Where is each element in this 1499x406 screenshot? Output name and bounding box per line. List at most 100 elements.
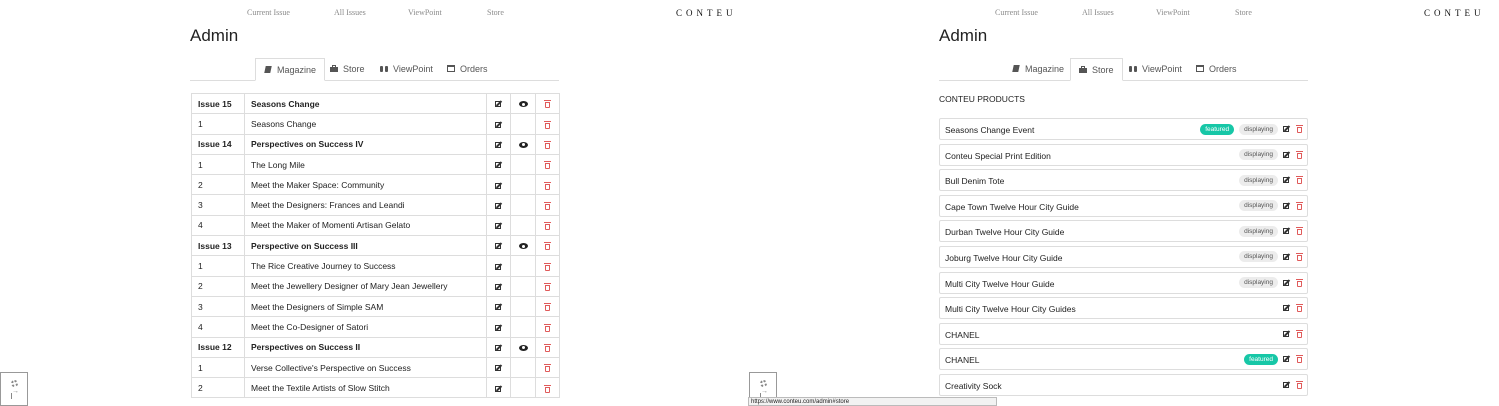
edit-icon[interactable] — [1283, 227, 1291, 235]
row-title[interactable]: Meet the Maker Space: Community — [244, 174, 487, 196]
edit-icon[interactable] — [1283, 253, 1291, 261]
tab-viewpoint[interactable]: ViewPoint — [372, 58, 441, 79]
product-row[interactable]: Joburg Twelve Hour City Guide displaying — [939, 245, 1308, 268]
product-row[interactable]: Cape Town Twelve Hour City Guide displayi… — [939, 194, 1308, 217]
trash-icon[interactable] — [544, 201, 551, 210]
edit-icon[interactable] — [1283, 202, 1291, 210]
trash-icon[interactable] — [544, 242, 551, 251]
brand-logo[interactable]: CONTEU — [1424, 8, 1485, 18]
product-row[interactable]: Durban Twelve Hour City Guide displaying — [939, 220, 1308, 243]
trash-icon[interactable] — [1296, 329, 1303, 338]
trash-icon[interactable] — [544, 283, 551, 292]
row-title[interactable]: Seasons Change — [244, 113, 487, 135]
edit-icon[interactable] — [494, 100, 503, 108]
trash-icon[interactable] — [544, 120, 551, 129]
tab-orders[interactable]: Orders — [1188, 58, 1245, 79]
row-title[interactable]: The Long Mile — [244, 153, 487, 176]
product-row[interactable]: Bull Denim Tote displaying — [939, 169, 1308, 192]
trash-icon[interactable] — [1296, 227, 1303, 236]
row-title[interactable]: Meet the Designers: Frances and Leandi — [244, 194, 487, 216]
edit-icon[interactable] — [494, 385, 503, 393]
trash-icon[interactable] — [544, 262, 551, 271]
trash-icon[interactable] — [544, 364, 551, 373]
edit-icon[interactable] — [494, 141, 503, 149]
row-title[interactable]: Perspectives on Success II — [244, 336, 487, 358]
edit-icon[interactable] — [494, 242, 503, 250]
row-title[interactable]: Meet the Designers of Simple SAM — [244, 295, 487, 318]
brand-logo[interactable]: CONTEU — [676, 8, 737, 18]
nav-link-store[interactable]: Store — [487, 8, 504, 17]
edit-icon[interactable] — [1283, 279, 1291, 287]
tab-store[interactable]: Store — [1070, 58, 1123, 81]
eye-icon[interactable] — [518, 243, 528, 250]
eye-icon[interactable] — [518, 344, 528, 351]
tab-orders[interactable]: Orders — [439, 58, 496, 79]
nav-link-viewpoint[interactable]: ViewPoint — [408, 8, 442, 17]
tab-magazine[interactable]: Magazine — [255, 58, 326, 81]
trash-icon[interactable] — [1296, 304, 1303, 313]
edit-icon[interactable] — [1283, 381, 1291, 389]
trash-icon[interactable] — [544, 181, 551, 190]
gear-icon[interactable] — [11, 380, 18, 387]
trash-icon[interactable] — [1296, 176, 1303, 185]
edit-icon[interactable] — [494, 344, 503, 352]
row-title[interactable]: Meet the Jewellery Designer of Mary Jean… — [244, 275, 487, 297]
trash-icon[interactable] — [544, 384, 551, 393]
trash-icon[interactable] — [544, 100, 551, 109]
edit-icon[interactable] — [1283, 151, 1291, 159]
trash-icon[interactable] — [1296, 380, 1303, 389]
trash-icon[interactable] — [544, 343, 551, 352]
edit-icon[interactable] — [494, 182, 503, 190]
row-title[interactable]: Seasons Change — [244, 92, 487, 115]
edit-icon[interactable] — [494, 161, 503, 169]
trash-icon[interactable] — [544, 222, 551, 231]
tab-viewpoint[interactable]: ViewPoint — [1121, 58, 1190, 79]
eye-icon[interactable] — [518, 141, 528, 148]
edit-icon[interactable] — [494, 324, 503, 332]
row-title[interactable]: Perspective on Success III — [244, 235, 487, 257]
nav-link-current-issue[interactable]: Current Issue — [995, 8, 1038, 17]
product-row[interactable]: Multi City Twelve Hour Guide displaying — [939, 271, 1308, 294]
trash-icon[interactable] — [1296, 125, 1303, 133]
row-title[interactable]: The Rice Creative Journey to Success — [244, 255, 487, 277]
row-title[interactable]: Perspectives on Success IV — [244, 133, 487, 155]
row-title[interactable]: Verse Collective's Perspective on Succes… — [244, 356, 487, 379]
product-row[interactable]: Multi City Twelve Hour City Guides — [939, 297, 1308, 320]
nav-link-all-issues[interactable]: All Issues — [1082, 8, 1114, 17]
eye-icon[interactable] — [518, 101, 528, 108]
trash-icon[interactable] — [544, 140, 551, 149]
nav-link-viewpoint[interactable]: ViewPoint — [1156, 8, 1190, 17]
edit-icon[interactable] — [1283, 304, 1291, 312]
edit-icon[interactable] — [1283, 125, 1291, 133]
row-title[interactable]: Meet the Maker of Momenti Artisan Gelato — [244, 214, 487, 237]
trash-icon[interactable] — [544, 323, 551, 332]
sign-out-icon[interactable] — [11, 388, 19, 399]
trash-icon[interactable] — [544, 161, 551, 170]
edit-icon[interactable] — [1283, 330, 1291, 338]
product-row[interactable]: CHANEL — [939, 322, 1308, 345]
trash-icon[interactable] — [1296, 252, 1303, 261]
trash-icon[interactable] — [544, 303, 551, 312]
trash-icon[interactable] — [1296, 355, 1303, 364]
tab-magazine[interactable]: Magazine — [1004, 58, 1072, 79]
nav-link-all-issues[interactable]: All Issues — [334, 8, 366, 17]
edit-icon[interactable] — [494, 364, 503, 372]
gear-icon[interactable] — [760, 380, 767, 387]
edit-icon[interactable] — [494, 303, 503, 311]
edit-icon[interactable] — [1283, 355, 1291, 363]
row-title[interactable]: Meet the Textile Artists of Slow Stitch — [244, 377, 487, 399]
trash-icon[interactable] — [1296, 150, 1303, 159]
nav-link-store[interactable]: Store — [1235, 8, 1252, 17]
tab-store[interactable]: Store — [322, 58, 373, 79]
trash-icon[interactable] — [1296, 201, 1303, 210]
product-row[interactable]: Creativity Sock — [939, 373, 1308, 396]
edit-icon[interactable] — [494, 121, 503, 129]
product-row[interactable]: CHANEL featured — [939, 348, 1308, 371]
trash-icon[interactable] — [1296, 278, 1303, 287]
edit-icon[interactable] — [1283, 176, 1291, 184]
edit-icon[interactable] — [494, 263, 503, 271]
nav-link-current-issue[interactable]: Current Issue — [247, 8, 290, 17]
edit-icon[interactable] — [494, 202, 503, 210]
row-title[interactable]: Meet the Co-Designer of Satori — [244, 316, 487, 338]
edit-icon[interactable] — [494, 222, 503, 230]
